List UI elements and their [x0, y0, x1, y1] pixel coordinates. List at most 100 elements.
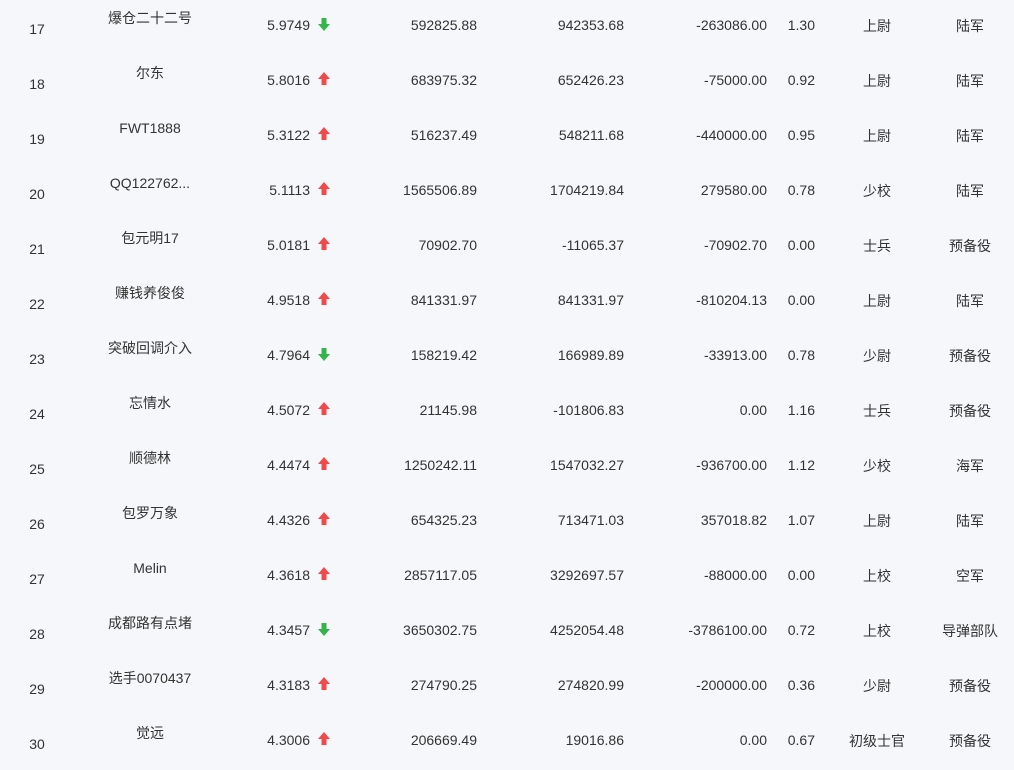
player-name-link[interactable]: 顺德林 — [70, 450, 230, 466]
value-a-cell: 841331.97 — [410, 292, 477, 308]
score-cell: 4.3618 — [267, 567, 310, 583]
score-cell: 4.4326 — [267, 512, 310, 528]
ratio-cell: 0.78 — [787, 347, 815, 363]
player-name-link[interactable]: 尔东 — [70, 65, 230, 81]
value-a-cell: 1565506.89 — [403, 182, 477, 198]
table-row[interactable]: 17 爆仓二十二号 5.9749 592825.88 942353.68 -26… — [0, 0, 1014, 55]
value-c-cell: -70902.70 — [703, 237, 767, 253]
player-name-link[interactable]: 突破回调介入 — [70, 340, 230, 356]
branch-cell: 预备役 — [949, 403, 991, 419]
military-rank-cell: 少尉 — [863, 678, 891, 694]
military-rank-cell: 上尉 — [863, 18, 891, 34]
rank-cell: 18 — [29, 76, 45, 92]
value-a-cell: 21145.98 — [419, 402, 477, 418]
value-a-cell: 274790.25 — [410, 677, 477, 693]
ratio-cell: 0.78 — [787, 182, 815, 198]
player-name-link[interactable]: 包罗万象 — [70, 505, 230, 521]
military-rank-cell: 上尉 — [863, 513, 891, 529]
arrow-up-icon — [316, 511, 332, 527]
table-row[interactable]: 20 QQ122762... 5.1113 1565506.89 1704219… — [0, 165, 1014, 220]
score-cell: 5.3122 — [267, 127, 310, 143]
value-c-cell: -263086.00 — [696, 17, 767, 33]
table-row[interactable]: 24 忘情水 4.5072 21145.98 -101806.83 0.00 1… — [0, 385, 1014, 440]
score-cell: 4.3006 — [267, 732, 310, 748]
value-b-cell: 548211.68 — [558, 127, 624, 143]
table-row[interactable]: 26 包罗万象 4.4326 654325.23 713471.03 35701… — [0, 495, 1014, 550]
value-c-cell: -88000.00 — [703, 567, 767, 583]
player-name-link[interactable]: 包元明17 — [70, 230, 230, 246]
value-b-cell: -11065.37 — [561, 237, 624, 253]
military-rank-cell: 上校 — [863, 623, 891, 639]
value-a-cell: 1250242.11 — [404, 457, 477, 473]
value-c-cell: 357018.82 — [700, 512, 767, 528]
rank-cell: 19 — [29, 131, 45, 147]
table-row[interactable]: 18 尔东 5.8016 683975.32 652426.23 -75000.… — [0, 55, 1014, 110]
value-a-cell: 206669.49 — [410, 732, 477, 748]
value-b-cell: 166989.89 — [557, 347, 624, 363]
score-cell: 5.9749 — [267, 17, 310, 33]
arrow-up-icon — [316, 181, 332, 197]
score-cell: 4.3457 — [267, 622, 310, 638]
value-c-cell: -440000.00 — [696, 127, 767, 143]
player-name-link[interactable]: 忘情水 — [70, 395, 230, 411]
military-rank-cell: 士兵 — [863, 238, 891, 254]
value-b-cell: 19016.86 — [565, 732, 624, 748]
player-name-link[interactable]: FWT1888 — [70, 120, 230, 136]
military-rank-cell: 上尉 — [863, 73, 891, 89]
rank-cell: 21 — [29, 241, 45, 257]
rank-cell: 20 — [29, 186, 45, 202]
arrow-up-icon — [316, 566, 332, 582]
value-c-cell: 0.00 — [739, 402, 767, 418]
military-rank-cell: 少校 — [863, 458, 891, 474]
player-name-link[interactable]: 选手0070437 — [70, 670, 230, 686]
value-b-cell: 4252054.48 — [550, 622, 624, 638]
table-row[interactable]: 28 成都路有点堵 4.3457 3650302.75 4252054.48 -… — [0, 605, 1014, 660]
value-a-cell: 70902.70 — [418, 237, 477, 253]
table-row[interactable]: 22 赚钱养俊俊 4.9518 841331.97 841331.97 -810… — [0, 275, 1014, 330]
table-row[interactable]: 30 觉远 4.3006 206669.49 19016.86 0.00 0.6… — [0, 715, 1014, 770]
player-name-link[interactable]: 成都路有点堵 — [70, 615, 230, 631]
branch-cell: 导弹部队 — [942, 623, 998, 639]
player-name-link[interactable]: 赚钱养俊俊 — [70, 285, 230, 301]
branch-cell: 预备役 — [949, 678, 991, 694]
ratio-cell: 0.92 — [787, 72, 815, 88]
arrow-up-icon — [316, 236, 332, 252]
player-name-link[interactable]: 觉远 — [70, 725, 230, 741]
table-row[interactable]: 23 突破回调介入 4.7964 158219.42 166989.89 -33… — [0, 330, 1014, 385]
branch-cell: 陆军 — [956, 293, 984, 309]
rank-cell: 25 — [29, 461, 45, 477]
value-c-cell: 0.00 — [739, 732, 767, 748]
table-row[interactable]: 29 选手0070437 4.3183 274790.25 274820.99 … — [0, 660, 1014, 715]
player-name-link[interactable]: Melin — [70, 560, 230, 576]
arrow-down-icon — [316, 16, 332, 32]
branch-cell: 陆军 — [956, 128, 984, 144]
branch-cell: 陆军 — [956, 183, 984, 199]
ratio-cell: 1.12 — [787, 457, 815, 473]
value-b-cell: -101806.83 — [553, 402, 624, 418]
score-cell: 4.4474 — [267, 457, 310, 473]
value-c-cell: -936700.00 — [696, 457, 767, 473]
arrow-up-icon — [316, 456, 332, 472]
rank-cell: 30 — [29, 736, 45, 752]
value-c-cell: -75000.00 — [703, 72, 767, 88]
player-name-link[interactable]: QQ122762... — [70, 175, 230, 191]
table-row[interactable]: 27 Melin 4.3618 2857117.05 3292697.57 -8… — [0, 550, 1014, 605]
player-name-link[interactable]: 爆仓二十二号 — [70, 10, 230, 26]
ratio-cell: 0.95 — [787, 127, 815, 143]
value-b-cell: 3292697.57 — [550, 567, 624, 583]
rank-cell: 28 — [29, 626, 45, 642]
table-row[interactable]: 19 FWT1888 5.3122 516237.49 548211.68 -4… — [0, 110, 1014, 165]
rank-cell: 27 — [29, 571, 45, 587]
branch-cell: 海军 — [956, 458, 984, 474]
table-row[interactable]: 21 包元明17 5.0181 70902.70 -11065.37 -7090… — [0, 220, 1014, 275]
military-rank-cell: 上校 — [863, 568, 891, 584]
value-a-cell: 516237.49 — [410, 127, 477, 143]
branch-cell: 陆军 — [956, 18, 984, 34]
ranking-table: 17 爆仓二十二号 5.9749 592825.88 942353.68 -26… — [0, 0, 1014, 770]
table-row[interactable]: 25 顺德林 4.4474 1250242.11 1547032.27 -936… — [0, 440, 1014, 495]
value-a-cell: 2857117.05 — [404, 567, 477, 583]
branch-cell: 陆军 — [956, 73, 984, 89]
value-c-cell: -33913.00 — [703, 347, 767, 363]
branch-cell: 预备役 — [949, 733, 991, 749]
value-c-cell: -810204.13 — [696, 292, 767, 308]
